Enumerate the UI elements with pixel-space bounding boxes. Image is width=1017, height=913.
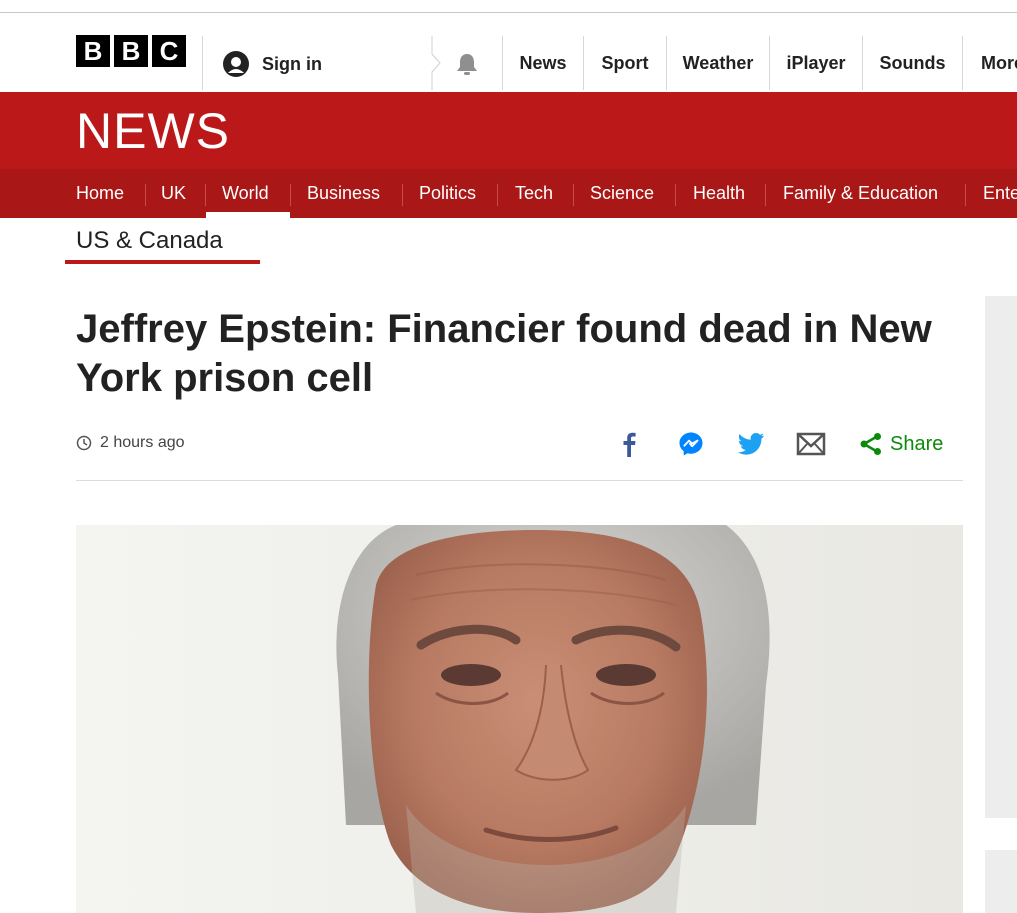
section-nav-science[interactable]: Science — [590, 169, 654, 218]
section-nav-world[interactable]: World — [222, 169, 269, 218]
section-nav-divider — [402, 184, 403, 206]
timestamp-text: 2 hours ago — [100, 434, 185, 451]
subnav-active-indicator — [65, 260, 260, 264]
share-label[interactable]: Share — [890, 433, 943, 456]
masthead-divider — [202, 36, 203, 90]
top-nav-more[interactable]: More — [962, 36, 1017, 90]
top-nav-news[interactable]: News — [502, 36, 583, 90]
section-nav-politics[interactable]: Politics — [419, 169, 476, 218]
section-nav-divider — [573, 184, 574, 206]
section-nav-divider — [765, 184, 766, 206]
section-nav-family-education[interactable]: Family & Education — [783, 169, 938, 218]
meta-divider — [76, 480, 963, 481]
share-button[interactable] — [858, 430, 884, 458]
section-nav-home[interactable]: Home — [76, 169, 124, 218]
bbc-logo-letter: B — [114, 35, 148, 67]
section-nav-divider — [497, 184, 498, 206]
portrait-image — [76, 525, 963, 913]
section-nav-entertainment[interactable]: Entertainment — [983, 169, 1017, 218]
sidebar-panel — [985, 296, 1017, 818]
section-nav-health[interactable]: Health — [693, 169, 745, 218]
section-nav-divider — [290, 184, 291, 206]
clock-icon — [76, 435, 92, 451]
email-share-button[interactable] — [795, 430, 827, 458]
sign-in-button[interactable]: Sign in — [222, 50, 322, 78]
active-section-indicator — [206, 212, 290, 218]
top-nav-iplayer[interactable]: iPlayer — [769, 36, 862, 90]
news-wordmark[interactable]: NEWS — [76, 105, 230, 157]
twitter-share-button[interactable] — [736, 430, 766, 458]
section-nav-divider — [145, 184, 146, 206]
messenger-icon — [679, 432, 703, 456]
subnav-us-canada[interactable]: US & Canada — [76, 227, 223, 255]
bbc-logo-letter: C — [152, 35, 186, 67]
article-timestamp: 2 hours ago — [76, 434, 185, 452]
bbc-logo-letter: B — [76, 35, 110, 67]
messenger-share-button[interactable] — [677, 430, 705, 458]
sign-in-label: Sign in — [262, 53, 322, 74]
section-nav-business[interactable]: Business — [307, 169, 380, 218]
twitter-icon — [738, 433, 764, 455]
section-nav-uk[interactable]: UK — [161, 169, 186, 218]
email-icon — [796, 432, 826, 456]
bbc-logo[interactable]: B B C — [76, 35, 186, 67]
section-nav-tech[interactable]: Tech — [515, 169, 553, 218]
top-nav-weather[interactable]: Weather — [666, 36, 769, 90]
section-nav-divider — [965, 184, 966, 206]
sidebar-panel — [985, 850, 1017, 913]
user-icon — [223, 51, 249, 77]
facebook-icon — [623, 432, 636, 457]
section-nav-divider — [205, 184, 206, 206]
top-nav-sport[interactable]: Sport — [583, 36, 666, 90]
facebook-share-button[interactable] — [618, 430, 640, 458]
article-photo — [76, 525, 963, 913]
section-nav-divider — [675, 184, 676, 206]
bell-icon[interactable] — [454, 51, 480, 77]
share-icon — [860, 433, 881, 455]
masthead-chevron-divider — [431, 36, 441, 90]
top-nav-sounds[interactable]: Sounds — [862, 36, 962, 90]
section-nav: Home UK World Business Politics Tech Sci… — [0, 169, 1017, 218]
article-headline: Jeffrey Epstein: Financier found dead in… — [76, 307, 932, 400]
